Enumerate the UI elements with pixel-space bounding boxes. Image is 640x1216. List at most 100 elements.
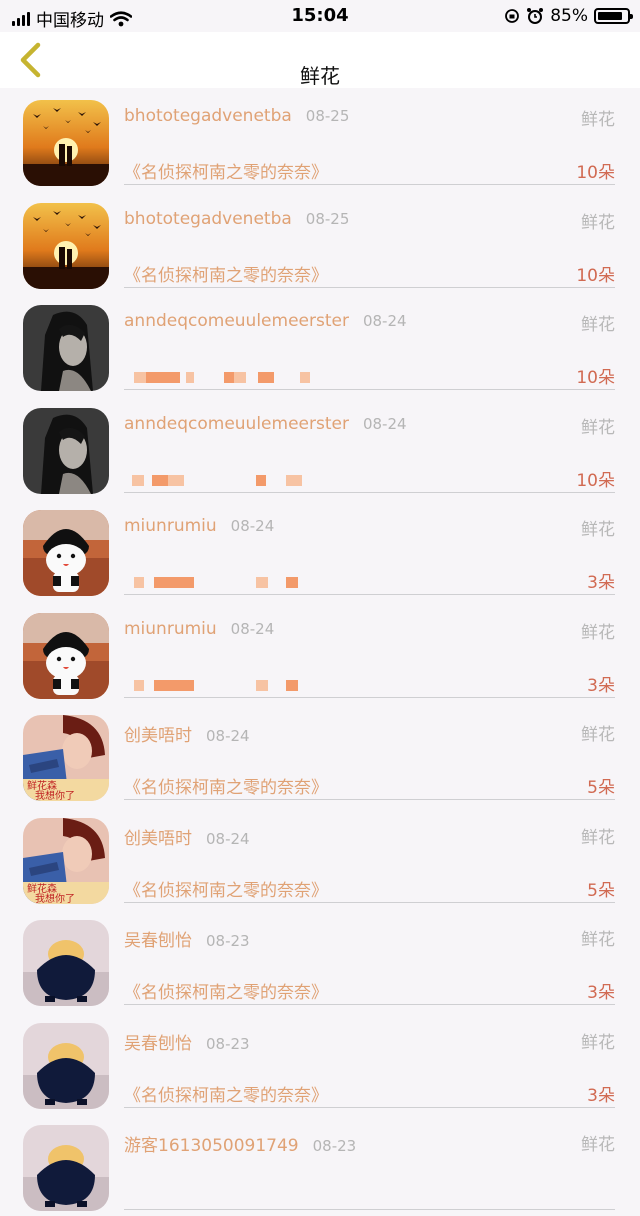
gift-date: 08-25 [305,107,350,125]
sender-name[interactable]: bhototegadvenetba 08-25 [124,106,349,126]
redacted-block [300,372,310,383]
sender-name[interactable]: miunrumiu 08-24 [124,516,274,536]
flower-count: 3朵 [587,675,615,696]
redacted-text [124,472,324,488]
gift-type: 鲜花 [581,520,615,540]
avatar[interactable]: 鲜花森 我想你了 [23,817,109,904]
list-item[interactable]: 鲜花森 我想你了 创美唔时 08-24 鲜花《名侦探柯南之零的奈奈》 5朵 [0,703,640,806]
sender-name-text: 创美唔时 [124,726,192,746]
status-right: 85% [504,6,633,26]
flower-count: 10朵 [576,368,615,388]
list-item[interactable]: bhototegadvenetba 08-25 鲜花《名侦探柯南之零的奈奈》 10朵 [0,88,640,191]
sender-name[interactable]: 游客1613050091749 08-23 [124,1131,356,1156]
sender-name-text: 游客1613050091749 [124,1136,299,1156]
redacted-block [134,577,144,588]
gift-date: 08-24 [362,312,407,330]
gift-type: 鲜花 [581,315,615,335]
avatar[interactable] [23,202,109,289]
list-item[interactable]: bhototegadvenetba 08-25 鲜花《名侦探柯南之零的奈奈》 10朵 [0,191,640,294]
sender-name-text: miunrumiu [124,618,217,639]
gift-list[interactable]: bhototegadvenetba 08-25 鲜花 《名侦探柯南之零的奈奈》 10朵 b… [0,88,640,1216]
redacted-block [186,372,194,383]
sender-name[interactable]: 创美唔时 08-24 [124,721,250,746]
redacted-block [258,372,274,383]
list-item[interactable]: 吴春刨怡 08-23 鲜花 《名侦探柯南之零的奈奈》 3朵 [0,908,640,1011]
row-divider [124,594,615,595]
battery-percent: 85% [550,6,588,26]
gift-source[interactable]: 《名侦探柯南之零的奈奈》 [124,158,328,183]
avatar[interactable] [23,612,109,699]
gift-date: 08-23 [312,1137,357,1155]
avatar[interactable]: 鲜花森 我想你了 [23,715,109,801]
redacted-block [168,474,184,486]
avatar[interactable] [23,305,109,391]
list-item[interactable]: anndeqcomeuulemeerster 08-24 鲜花 10朵 [0,396,640,499]
gift-source[interactable]: 《名侦探柯南之零的奈奈》 [124,876,328,901]
row-divider [124,184,615,185]
list-item[interactable]: 吴春刨怡 08-23 鲜花 《名侦探柯南之零的奈奈》 3朵 [0,1011,640,1114]
redacted-text [124,677,324,693]
status-bar: 中国移动 15:04 85% [0,0,640,32]
row-divider [124,696,615,698]
gift-date: 08-23 [206,1034,250,1053]
row-divider [124,389,615,390]
sender-name[interactable]: bhototegadvenetba 08-25 [124,209,349,229]
list-item[interactable]: 鲜花森 我想你了 创美唔时 08-24 鲜花 《名侦探柯南之零的奈奈》 5朵 [0,806,640,909]
battery-icon [594,8,633,24]
gift-type: 鲜花 [581,930,615,950]
gift-source[interactable]: 《名侦探柯南之零的奈奈》 [124,261,328,286]
list-item[interactable]: miunrumiu 08-24 鲜花 3朵 [0,498,640,601]
avatar[interactable] [23,407,109,494]
flower-count: 3朵 [587,1085,615,1106]
list-item[interactable]: miunrumiu 08-24 鲜花 3朵 [0,601,640,704]
list-item[interactable]: anndeqcomeuulemeerster 08-24 鲜花 10朵 [0,293,640,396]
gift-date: 08-25 [305,209,350,228]
flower-count: 5朵 [587,778,615,798]
flower-count: 3朵 [587,573,615,593]
sender-name[interactable]: 吴春刨怡 08-23 [124,1029,250,1054]
nav-bar: 鲜花 [0,32,640,88]
sender-name-text: anndeqcomeuulemeerster [124,413,349,434]
avatar[interactable] [23,1022,109,1109]
row-divider [124,1106,615,1108]
page-title: 鲜花 [300,64,340,88]
gift-type: 鲜花 [581,622,615,643]
flower-count: 10朵 [576,265,615,286]
redacted-block [286,577,298,588]
sender-name-text: 吴春刨怡 [124,931,192,951]
sender-name-text: anndeqcomeuulemeerster [124,311,349,331]
gift-type: 鲜花 [581,725,615,745]
avatar[interactable] [23,920,109,1006]
gift-type: 鲜花 [581,417,615,438]
flower-count: 10朵 [576,163,615,183]
avatar[interactable] [23,100,109,186]
row-divider [124,491,615,493]
svg-text:我想你了: 我想你了 [35,892,75,904]
sender-name[interactable]: 创美唔时 08-24 [124,824,250,849]
redacted-block [234,372,246,383]
svg-text:我想你了: 我想你了 [35,789,75,801]
avatar[interactable] [23,510,109,596]
list-item[interactable]: 游客1613050091749 08-23 鲜花 [0,1113,640,1216]
alarm-icon [527,8,544,24]
gift-type: 鲜花 [581,212,615,233]
gift-source[interactable]: 《名侦探柯南之零的奈奈》 [124,1081,328,1106]
sender-name-text: miunrumiu [124,516,217,536]
redacted-block [154,679,194,691]
row-divider [124,901,615,903]
redacted-block [256,577,268,588]
redacted-block [152,474,168,486]
gift-date: 08-24 [230,517,275,535]
sender-name[interactable]: anndeqcomeuulemeerster 08-24 [124,311,407,331]
sender-name[interactable]: 吴春刨怡 08-23 [124,926,250,951]
gift-source[interactable]: 《名侦探柯南之零的奈奈》 [124,978,328,1003]
redacted-block [256,474,266,486]
redacted-block [286,679,298,691]
sender-name-text: 创美唔时 [124,828,192,849]
gift-type: 鲜花 [581,827,615,848]
gift-type: 鲜花 [581,110,615,130]
row-divider [124,286,615,288]
sender-name[interactable]: anndeqcomeuulemeerster 08-24 [124,414,407,434]
sender-name[interactable]: miunrumiu 08-24 [124,619,274,639]
gift-source[interactable]: 《名侦探柯南之零的奈奈》 [124,773,328,798]
